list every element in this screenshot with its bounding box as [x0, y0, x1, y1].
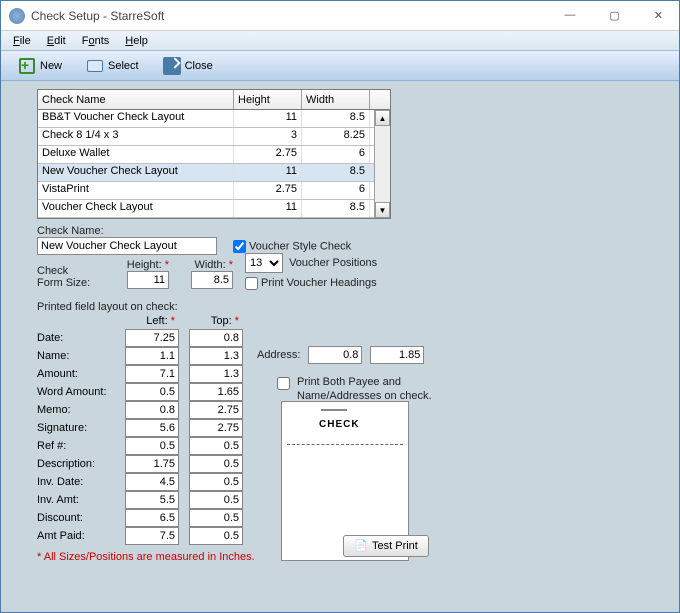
col-width[interactable]: Width	[302, 90, 370, 109]
close-window-button[interactable]: ✕	[646, 5, 671, 26]
select-label: Select	[108, 60, 139, 72]
layout-top-input[interactable]	[189, 347, 243, 365]
window-title: Check Setup - StarreSoft	[31, 9, 164, 23]
table-row[interactable]: BB&T Voucher Check Layout118.5	[38, 110, 390, 128]
layout-left-input[interactable]	[125, 383, 179, 401]
titlebar: Check Setup - StarreSoft — ▢ ✕	[1, 1, 679, 31]
table-row[interactable]: Check 8 1/4 x 338.25	[38, 128, 390, 146]
toolbar: New Select Close	[1, 51, 679, 81]
select-button[interactable]: Select	[77, 54, 148, 78]
preview-check-label: CHECK	[319, 419, 360, 430]
col-name[interactable]: Check Name	[38, 90, 234, 109]
height-label: Height: *	[127, 259, 169, 271]
left-header: Left: *	[125, 315, 179, 327]
scroll-up-icon[interactable]: ▲	[375, 110, 390, 126]
table-row[interactable]: Deluxe Wallet2.756	[38, 146, 390, 164]
close-icon	[163, 57, 181, 75]
layout-left-input[interactable]	[125, 419, 179, 437]
top-header: Top: *	[189, 315, 243, 327]
layout-row-label: Name:	[37, 350, 115, 362]
layout-top-input[interactable]	[189, 401, 243, 419]
table-row[interactable]: VistaPrint2.756	[38, 182, 390, 200]
printed-layout-label: Printed field layout on check:	[37, 301, 178, 313]
layout-top-input[interactable]	[189, 437, 243, 455]
layout-row-label: Ref #:	[37, 440, 115, 452]
voucher-positions-label: Voucher Positions	[289, 257, 377, 269]
height-input[interactable]	[127, 271, 169, 289]
print-both-label: Print Both Payee and Name/Addresses on c…	[297, 375, 457, 404]
check-form-size-label: CheckForm Size:	[37, 265, 90, 289]
layout-top-input[interactable]	[189, 365, 243, 383]
menu-file[interactable]: File	[7, 33, 37, 49]
layout-left-input[interactable]	[125, 401, 179, 419]
col-height[interactable]: Height	[234, 90, 302, 109]
table-row[interactable]: New Voucher Check Layout118.5	[38, 164, 390, 182]
menu-fonts[interactable]: Fonts	[76, 33, 116, 49]
voucher-style-checkbox-label[interactable]: Voucher Style Check	[233, 240, 351, 253]
layout-top-input[interactable]	[189, 329, 243, 347]
layout-row-label: Memo:	[37, 404, 115, 416]
layout-left-input[interactable]	[125, 329, 179, 347]
layout-top-input[interactable]	[189, 527, 243, 545]
menu-help[interactable]: Help	[119, 33, 154, 49]
test-print-button[interactable]: Test Print	[343, 535, 429, 557]
width-input[interactable]	[191, 271, 233, 289]
close-button[interactable]: Close	[154, 54, 222, 78]
address-left-input[interactable]	[308, 346, 362, 364]
layout-left-input[interactable]	[125, 347, 179, 365]
layout-row-label: Amount:	[37, 368, 115, 380]
check-name-input[interactable]	[37, 237, 217, 255]
print-both-checkbox[interactable]	[277, 377, 290, 390]
layout-row-label: Date:	[37, 332, 115, 344]
check-name-label: Check Name:	[37, 225, 104, 237]
print-voucher-headings-label[interactable]: Print Voucher Headings	[245, 277, 377, 289]
layout-left-input[interactable]	[125, 527, 179, 545]
grid-scrollbar[interactable]: ▲ ▼	[374, 110, 390, 218]
new-label: New	[40, 60, 62, 72]
address-top-input[interactable]	[370, 346, 424, 364]
check-grid[interactable]: Check Name Height Width BB&T Voucher Che…	[37, 89, 391, 219]
layout-left-input[interactable]	[125, 437, 179, 455]
window-controls: — ▢ ✕	[556, 5, 671, 26]
new-icon	[18, 57, 36, 75]
layout-top-input[interactable]	[189, 383, 243, 401]
layout-row-label: Description:	[37, 458, 115, 470]
print-icon	[354, 539, 368, 553]
menubar: File Edit Fonts Help	[1, 31, 679, 51]
layout-row-label: Discount:	[37, 512, 115, 524]
voucher-style-checkbox[interactable]	[233, 240, 246, 253]
print-voucher-headings-checkbox[interactable]	[245, 277, 258, 290]
maximize-button[interactable]: ▢	[601, 5, 627, 26]
layout-left-input[interactable]	[125, 455, 179, 473]
table-row[interactable]: Voucher Check Layout118.5	[38, 200, 390, 218]
layout-top-input[interactable]	[189, 509, 243, 527]
layout-top-input[interactable]	[189, 455, 243, 473]
layout-row-label: Signature:	[37, 422, 115, 434]
close-label: Close	[185, 60, 213, 72]
grid-header: Check Name Height Width	[38, 90, 390, 110]
app-icon	[9, 8, 25, 24]
layout-left-input[interactable]	[125, 473, 179, 491]
address-label: Address:	[257, 349, 300, 361]
width-label: Width: *	[194, 259, 233, 271]
layout-row-label: Inv. Amt:	[37, 494, 115, 506]
layout-top-input[interactable]	[189, 491, 243, 509]
layout-top-input[interactable]	[189, 419, 243, 437]
minimize-button[interactable]: —	[556, 5, 583, 26]
layout-left-input[interactable]	[125, 365, 179, 383]
layout-top-input[interactable]	[189, 473, 243, 491]
layout-left-input[interactable]	[125, 509, 179, 527]
layout-row-label: Inv. Date:	[37, 476, 115, 488]
menu-edit[interactable]: Edit	[41, 33, 72, 49]
layout-row-label: Word Amount:	[37, 386, 115, 398]
select-icon	[86, 57, 104, 75]
voucher-positions-select[interactable]: 13	[245, 253, 283, 273]
scroll-down-icon[interactable]: ▼	[375, 202, 390, 218]
new-button[interactable]: New	[9, 54, 71, 78]
layout-row-label: Amt Paid:	[37, 530, 115, 542]
layout-left-input[interactable]	[125, 491, 179, 509]
